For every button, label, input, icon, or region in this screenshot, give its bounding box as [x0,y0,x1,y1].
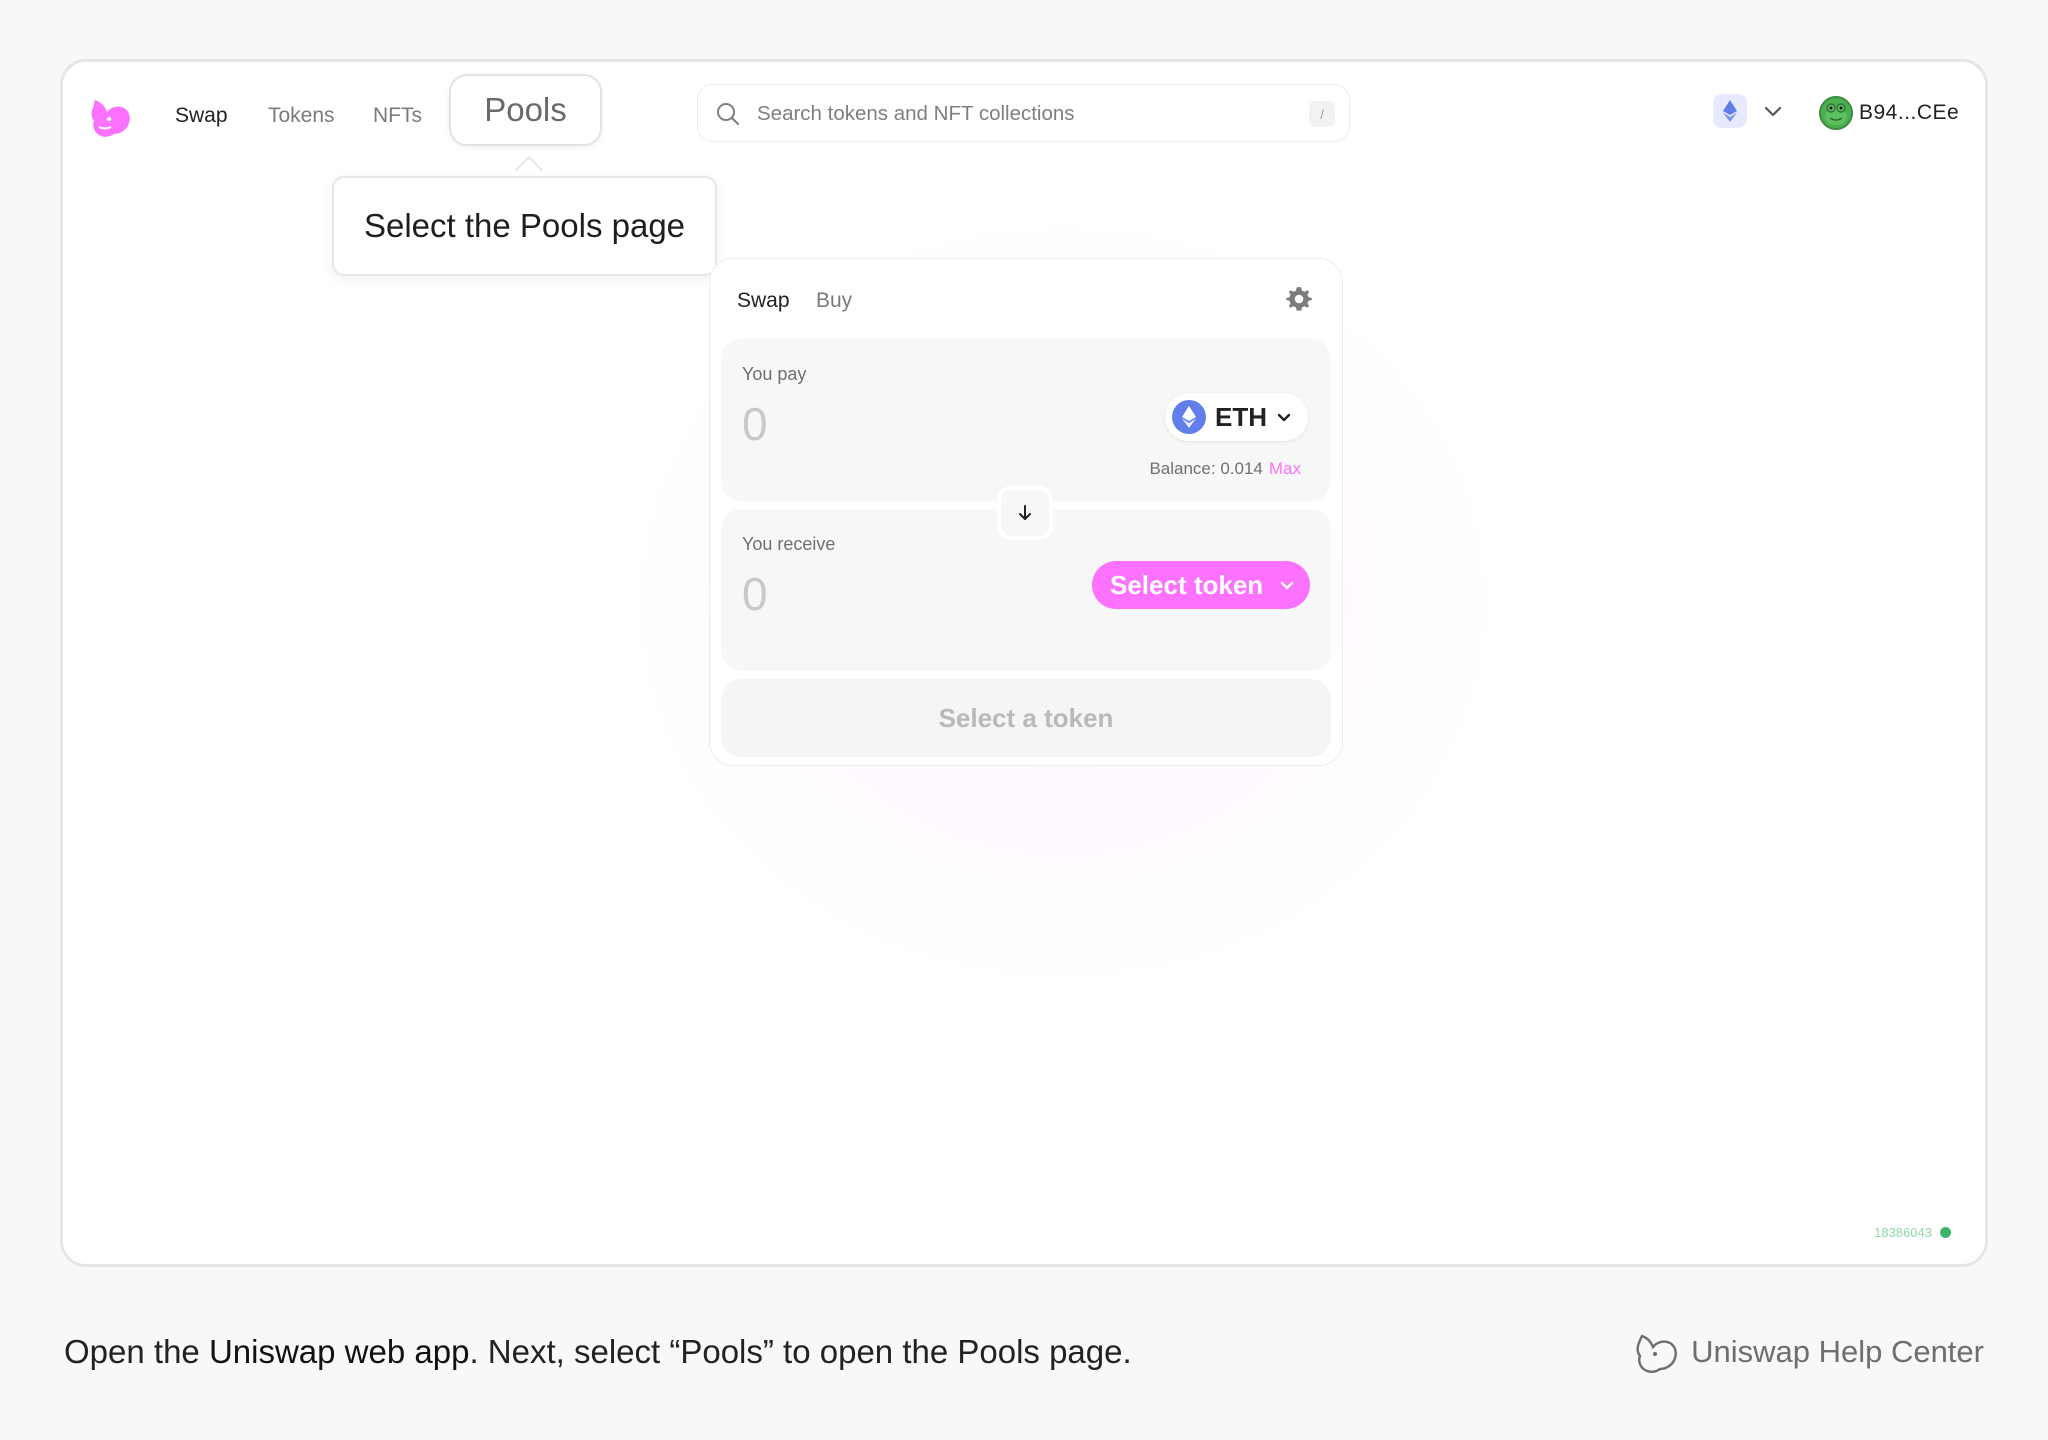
arrow-down-icon [1019,505,1031,520]
caption-prefix: Open the [64,1333,209,1370]
nav-pools[interactable]: Pools [449,74,602,146]
wallet-button[interactable]: B94...CEe [1819,95,1959,131]
top-nav: Swap Tokens NFTs Pools Search tokens and… [63,62,1985,172]
select-token-label: Select token [1110,569,1264,600]
caption-link: Uniswap web app [208,1333,470,1370]
balance-row: Balance: 0.014 Max [1149,459,1301,479]
pay-amount-input[interactable]: 0 [742,397,768,451]
switch-direction-button[interactable] [997,486,1053,540]
uniswap-logo-icon [1636,1334,1678,1373]
pay-panel: You pay 0 ETH Balance: 0.014 Max [721,339,1331,501]
select-token-button[interactable]: Select token [1092,561,1310,609]
search-icon [717,103,739,125]
wallet-address: B94...CEe [1859,101,1960,124]
select-a-token-button[interactable]: Select a token [721,679,1331,757]
network-selector[interactable] [1713,94,1747,128]
chevron-down-icon[interactable] [1760,98,1786,124]
caption: Open the Uniswap web app. Next, select “… [64,1333,1132,1371]
nav-swap[interactable]: Swap [175,104,228,128]
balance-text: Balance: 0.014 [1149,459,1263,478]
build-status: 18386043 [1874,1225,1951,1240]
eth-token-icon [1172,400,1206,434]
pay-label: You pay [742,364,807,384]
max-button[interactable]: Max [1269,459,1301,478]
status-dot-icon [1940,1227,1951,1238]
build-id: 18386043 [1874,1225,1932,1240]
search-input[interactable]: Search tokens and NFT collections [757,102,1075,126]
app-window: Swap Tokens NFTs Pools Search tokens and… [60,59,1988,1267]
help-center-brand: Uniswap Help Center [1633,1328,1984,1376]
help-center-label: Uniswap Help Center [1691,1334,1984,1369]
gear-icon[interactable] [1284,284,1314,314]
search-bar[interactable]: Search tokens and NFT collections / [697,84,1350,142]
avatar [1819,96,1853,130]
frog-avatar-icon [1825,103,1847,125]
tab-swap[interactable]: Swap [737,289,790,313]
search-shortcut-badge: / [1309,101,1335,127]
receive-amount-input[interactable]: 0 [742,567,768,621]
chevron-down-icon [1277,413,1291,422]
swap-card: Swap Buy You pay 0 ETH Balance: 0.014 Ma… [709,258,1343,766]
tab-buy[interactable]: Buy [816,289,852,313]
pay-token-selector[interactable]: ETH [1165,393,1308,441]
chevron-down-icon [1280,581,1294,590]
instruction-tooltip: Select the Pools page [332,176,717,276]
nav-tokens[interactable]: Tokens [268,104,335,128]
receive-label: You receive [742,534,836,554]
ethereum-icon [1723,100,1737,122]
caption-suffix: . Next, select “Pools” to open the Pools… [469,1333,1132,1370]
pay-token-symbol: ETH [1215,401,1267,432]
uniswap-logo-icon[interactable] [85,92,135,144]
nav-nfts[interactable]: NFTs [373,104,422,128]
